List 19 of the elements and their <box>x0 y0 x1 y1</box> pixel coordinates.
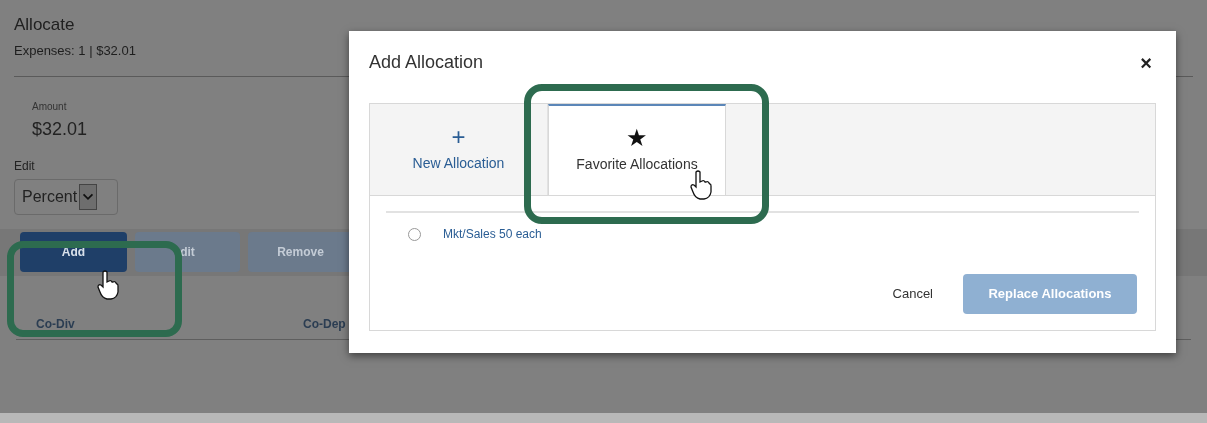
dialog-title: Add Allocation <box>369 51 484 74</box>
tab-label: Favorite Allocations <box>576 155 698 174</box>
column-header: Co-Dep <box>303 315 346 333</box>
edit-label: Edit <box>14 157 35 175</box>
column-header: Co-Div <box>35 315 76 333</box>
expense-summary: Expenses: 1 | $32.01 <box>14 42 136 61</box>
amount-label: Amount <box>32 99 67 114</box>
cancel-button[interactable]: Cancel <box>892 284 933 304</box>
close-button[interactable]: × <box>1140 53 1152 73</box>
tab-label: New Allocation <box>412 154 505 173</box>
chevron-down-icon <box>79 183 98 210</box>
mode-select[interactable]: Percent <box>14 178 118 215</box>
amount-value: $32.01 <box>32 117 88 141</box>
hand-cursor-icon <box>97 270 119 300</box>
tab[interactable]: ★ Favorite Allocations <box>548 104 726 195</box>
page-title: Allocate <box>14 14 75 36</box>
plus-icon: + <box>451 125 466 149</box>
favorite-link[interactable]: Mkt/Sales 50 each <box>443 225 542 243</box>
star-icon: ★ <box>626 126 648 150</box>
